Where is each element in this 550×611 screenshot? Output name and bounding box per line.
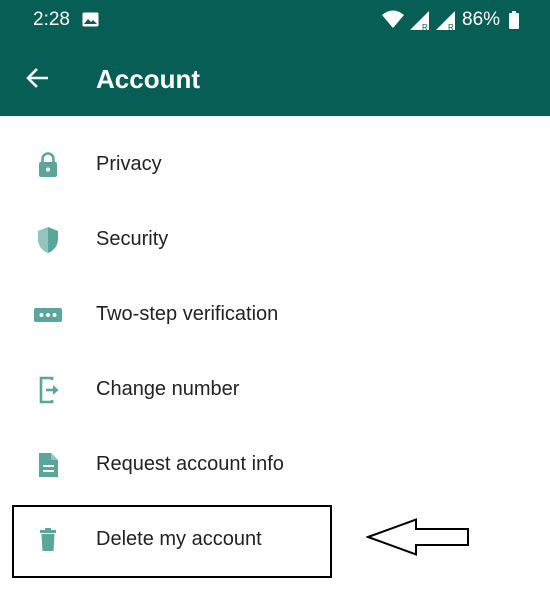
menu-item-privacy[interactable]: Privacy (0, 127, 550, 202)
menu-item-two-step-verification[interactable]: Two-step verification (0, 277, 550, 352)
menu-item-label: Security (96, 228, 169, 250)
menu-item-label: Change number (96, 378, 240, 400)
menu-item-label: Two-step verification (96, 303, 279, 325)
battery-percentage: 86% (462, 9, 501, 30)
page-title: Account (96, 64, 200, 94)
shield-icon (38, 227, 58, 253)
menu-item-label: Request account info (96, 453, 284, 475)
dots-icon (34, 308, 62, 322)
menu-item-security[interactable]: Security (0, 202, 550, 277)
arrow-left-icon (26, 68, 48, 88)
phone-change-icon (39, 376, 59, 404)
highlight-box (12, 505, 332, 578)
menu-item-change-number[interactable]: Change number (0, 352, 550, 427)
menu-item-label: Privacy (96, 153, 162, 175)
signal-icon: R (410, 11, 429, 31)
wifi-icon (382, 10, 404, 28)
status-time: 2:28 (33, 9, 70, 30)
menu-item-request-account-info[interactable]: Request account info (0, 427, 550, 502)
document-icon (39, 453, 58, 477)
svg-text:R: R (448, 23, 454, 31)
gallery-icon (82, 12, 99, 27)
battery-icon (509, 11, 519, 29)
status-bar: 2:28 R R 86% (0, 0, 550, 41)
svg-text:R: R (422, 23, 428, 31)
app-bar: Account (0, 41, 550, 116)
back-button[interactable] (16, 57, 58, 99)
arrow-left-outline-icon (366, 518, 469, 556)
lock-icon (39, 152, 57, 177)
signal-icon: R (436, 11, 455, 31)
